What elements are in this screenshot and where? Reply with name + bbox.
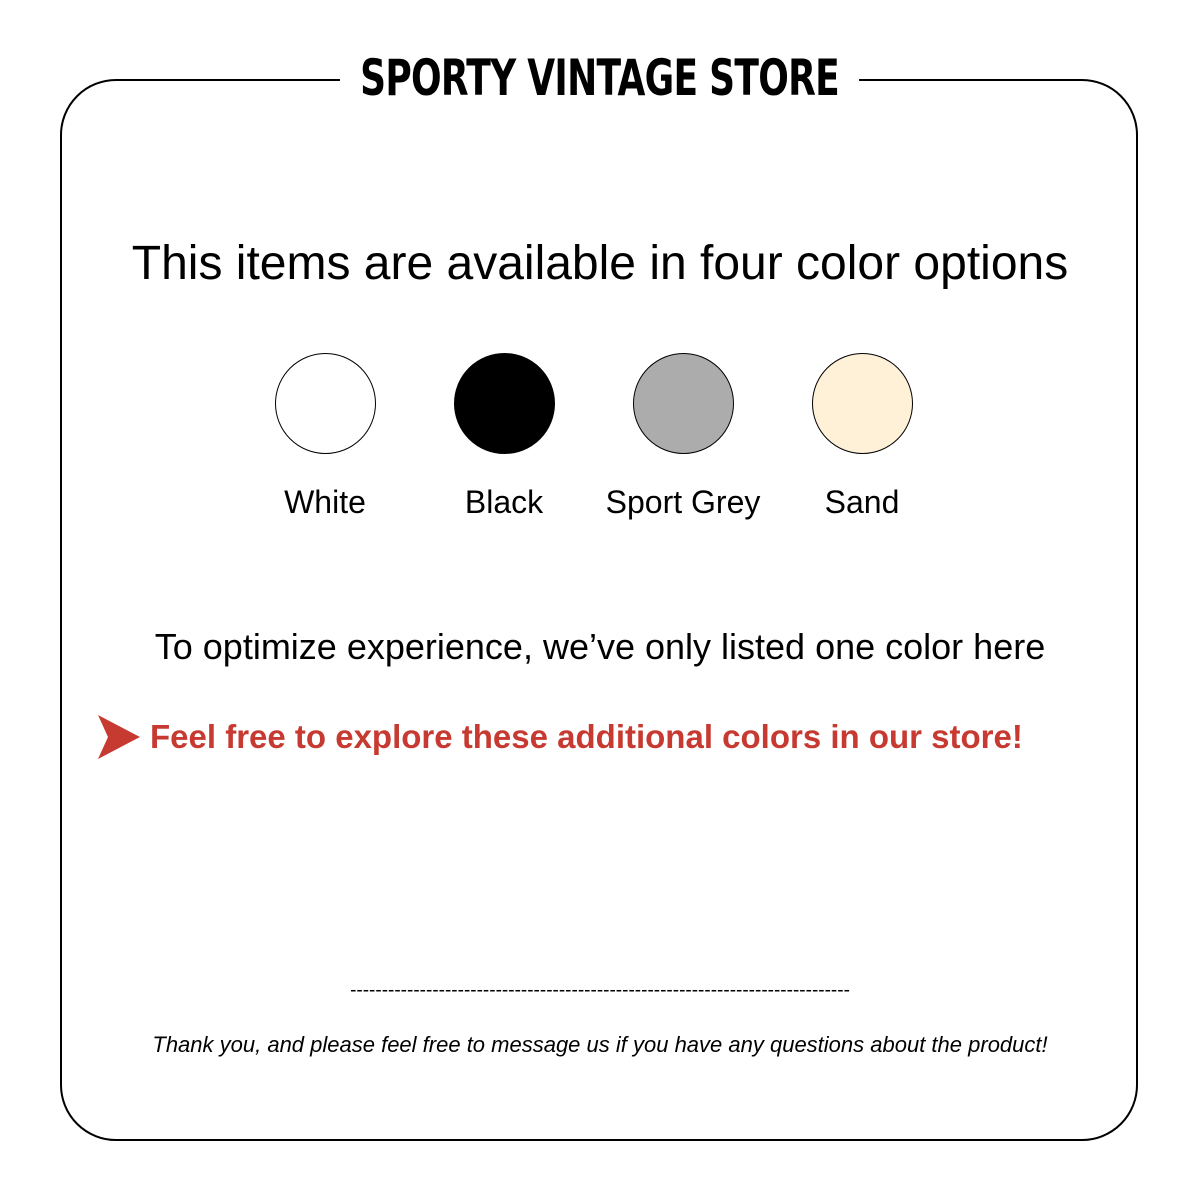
divider-line: ----------------------------------------… xyxy=(350,980,850,1001)
title-wrap: SPORTY VINTAGE STORE xyxy=(0,40,1200,116)
headline: This items are available in four color o… xyxy=(131,237,1069,290)
color-label-sport-grey: Sport Grey xyxy=(605,484,761,520)
color-swatch-white[interactable] xyxy=(275,353,376,454)
color-swatch-black[interactable] xyxy=(454,353,555,454)
store-link-text: Feel free to explore these additional co… xyxy=(150,718,1023,755)
color-label-black: Black xyxy=(464,484,544,520)
store-link[interactable]: Feel free to explore these additional co… xyxy=(98,712,1023,762)
notice-text: To optimize experience, we’ve only liste… xyxy=(154,626,1046,667)
color-swatch-sport-grey[interactable] xyxy=(633,353,734,454)
color-label-sand: Sand xyxy=(824,484,900,520)
store-title: SPORTY VINTAGE STORE xyxy=(340,40,860,116)
color-label-white: White xyxy=(284,484,366,520)
arrow-right-icon xyxy=(98,715,140,759)
thank-you-note: Thank you, and please feel free to messa… xyxy=(152,1032,1048,1057)
color-swatch-sand[interactable] xyxy=(812,353,913,454)
